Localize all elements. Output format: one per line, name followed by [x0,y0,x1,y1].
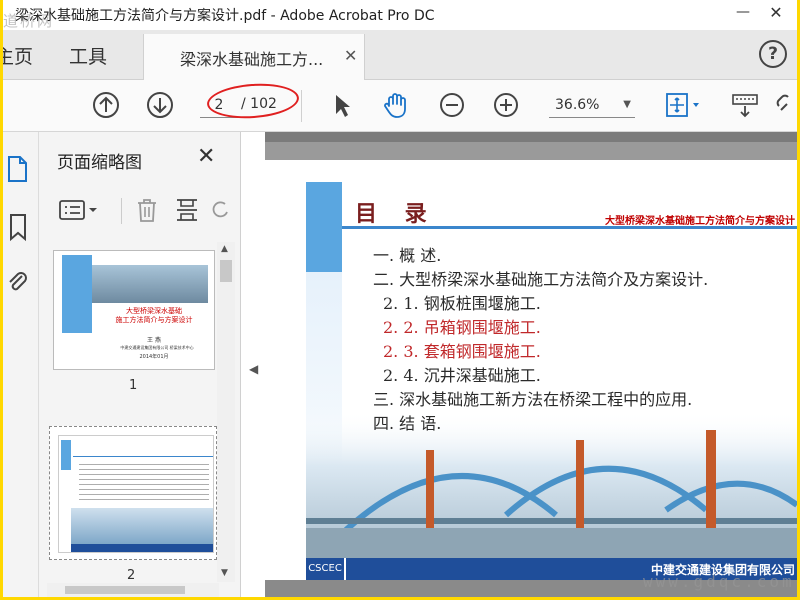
collapse-panel-icon[interactable]: ◀ [249,362,258,376]
delete-page-icon[interactable] [133,196,161,224]
close-panel-icon[interactable]: ✕ [197,144,215,169]
bookmark-icon[interactable] [5,212,31,242]
toc-entry: 2. 4. 沉井深基础施工. [383,366,541,385]
thumb2-bridge [71,508,213,544]
next-page-icon[interactable] [145,90,175,120]
minimize-button[interactable]: — [728,2,758,26]
tab-bar: 主页 工具 梁深水基础施工方... ✕ ? [3,30,797,80]
toc-entry: 一. 概 述. [373,246,442,265]
thumbnail-scrollbar[interactable]: ▲ ▼ [217,242,235,582]
tab-document-label: 梁深水基础施工方... [180,50,324,69]
panel-toolbar [39,192,241,230]
thumbnail-number-2: 2 [127,568,136,583]
window-title: 梁深水基础施工方法简介与方案设计.pdf - Adobe Acrobat Pro… [15,8,435,24]
thumb-photo [92,265,208,303]
acrobat-window: 梁深水基础施工方法简介与方案设计.pdf - Adobe Acrobat Pro… [3,0,797,597]
zoom-value: 36.6% [555,97,600,113]
thumb2-page [58,435,214,553]
thumb2-rule [73,456,213,457]
table-of-contents: 一. 概 述. 二. 大型桥梁深水基础施工方法简介及方案设计. 2. 1. 钢板桩围… [373,244,708,436]
thumbnail-hscrollbar[interactable] [47,583,219,597]
close-tab-icon[interactable]: ✕ [344,46,357,65]
thumb1-org: 中建交通建设集团有限公司 桥梁技术中心 [120,345,194,350]
watermark-top: 道桥网 [3,12,55,30]
thumb1-title: 大型桥梁深水基础 施工方法简介与方案设计 [115,307,193,324]
page-heading: 目 录 [355,201,437,227]
heading-rule [342,226,797,229]
attachment-icon[interactable] [5,268,31,298]
select-arrow-icon[interactable] [327,90,357,120]
scrollbar-thumb[interactable] [220,260,232,282]
toc-entry: 2. 1. 钢板桩围堰施工. [383,294,541,313]
thumbnail-panel: 页面缩略图 ✕ 大型桥梁深水基础 施工方法简介与方案设计 王 燕 中建交通建设集… [39,132,241,597]
toolbar: 2 / 102 36.6% ▼ [3,80,797,132]
thumb1-author: 王 燕 [147,337,161,344]
toc-entry: 四. 结 语. [373,414,442,433]
thumbnail-page-1[interactable]: 大型桥梁深水基础 施工方法简介与方案设计 王 燕 中建交通建设集团有限公司 桥梁… [53,250,215,370]
panel-title: 页面缩略图 [57,153,142,173]
help-icon[interactable]: ? [759,40,787,68]
watermark-bottom: www.gdqc.com [643,572,795,591]
fit-page-icon[interactable] [663,90,703,120]
thumb2-text-lines [79,460,209,504]
tab-document[interactable]: 梁深水基础施工方... ✕ [143,34,365,80]
thumb-accent-bar [62,255,92,333]
toc-entry: 2. 2. 吊箱钢围堰施工. [383,318,541,337]
tab-tools[interactable]: 工具 [69,42,107,69]
page-separator [265,142,797,160]
toolbar-divider [301,90,302,122]
hscrollbar-thumb[interactable] [65,586,185,594]
toc-entry: 二. 大型桥梁深水基础施工方法简介及方案设计. [373,270,709,289]
toc-entry: 三. 深水基础施工新方法在桥梁工程中的应用. [373,390,693,409]
scroll-up-icon[interactable]: ▲ [221,244,228,254]
page-subtitle: 大型桥梁深水基础施工方法简介与方案设计 [605,216,795,227]
link-icon[interactable] [773,90,797,120]
extract-page-icon[interactable] [173,196,201,224]
hand-tool-icon[interactable] [381,90,411,120]
company-logo: CSCEC [306,558,346,580]
document-view[interactable]: 目 录 大型桥梁深水基础施工方法简介与方案设计 一. 概 述. 二. 大型桥梁深… [265,132,797,597]
thumbnail-number-1: 1 [129,378,138,393]
close-window-button[interactable]: ✕ [759,2,793,26]
thumbnail-options-icon[interactable] [57,196,101,224]
page-thumbnails-icon[interactable] [5,154,31,184]
pdf-page-2: 目 录 大型桥梁深水基础施工方法简介与方案设计 一. 概 述. 二. 大型桥梁深… [265,160,797,580]
thumbnails-list: 大型桥梁深水基础 施工方法简介与方案设计 王 燕 中建交通建设集团有限公司 桥梁… [47,242,217,587]
annotation-ellipse [205,80,301,122]
navigation-rail [3,132,39,597]
thumb2-footer [71,544,213,552]
title-bar: 梁深水基础施工方法简介与方案设计.pdf - Adobe Acrobat Pro… [3,0,797,30]
thumb2-accent [61,440,71,470]
previous-page-icon[interactable] [91,90,121,120]
zoom-out-icon[interactable] [437,90,467,120]
chevron-down-icon: ▼ [623,99,631,110]
zoom-select[interactable]: 36.6% ▼ [549,94,635,118]
keyboard-download-icon[interactable] [729,90,761,120]
rotate-page-icon[interactable] [211,196,231,224]
scroll-down-icon[interactable]: ▼ [221,568,228,578]
toc-entry: 2. 3. 套箱钢围堰施工. [383,342,541,361]
zoom-in-icon[interactable] [491,90,521,120]
slide-accent-bar [306,182,342,272]
thumbnail-page-2[interactable] [49,426,217,560]
tab-home[interactable]: 主页 [3,42,33,69]
panel-divider [121,198,122,224]
thumb1-date: 2014年01月 [139,354,169,360]
